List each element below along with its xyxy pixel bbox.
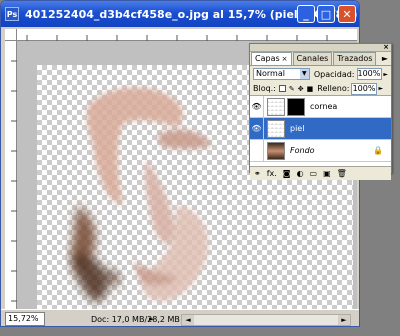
doc-size-info: Doc: 17,0 MB/28,2 MB <box>91 314 180 324</box>
palette-tabs: Capas × Canales Trazados <box>250 52 391 66</box>
ruler-corner[interactable] <box>5 29 17 41</box>
trash-icon[interactable]: 🗑 <box>337 169 347 178</box>
lock-pixels-icon[interactable]: ✎ <box>289 85 295 93</box>
tab-trazados[interactable]: Trazados <box>333 52 377 65</box>
maximize-button[interactable]: □ <box>317 5 335 23</box>
status-bar: 15,72% Doc: 17,0 MB/28,2 MB ► ◄ ► <box>1 309 359 326</box>
eye-icon[interactable]: 👁 <box>250 117 264 140</box>
chevron-down-icon[interactable]: ▼ <box>299 69 309 79</box>
eye-icon[interactable]: 👁 <box>250 96 264 118</box>
opacity-field[interactable]: 100% <box>356 68 383 80</box>
layer-row-cornea[interactable]: 👁 cornea <box>250 96 391 118</box>
scroll-left-icon[interactable]: ◄ <box>182 315 194 325</box>
tab-close-icon[interactable]: × <box>282 55 288 63</box>
layer-name: cornea <box>310 102 338 111</box>
layers-list: 👁 cornea 👁 piel Fondo 🔒 <box>250 96 391 166</box>
opacity-label: Opacidad: <box>313 69 355 79</box>
lock-icon: 🔒 <box>373 146 383 155</box>
tab-canales[interactable]: Canales <box>292 52 333 65</box>
palette-menu-icon[interactable]: ► <box>382 54 388 63</box>
layer-name: piel <box>290 124 305 133</box>
scroll-right-icon[interactable]: ► <box>338 315 350 325</box>
group-icon[interactable]: ▭ <box>310 169 318 178</box>
lock-transparency-icon[interactable] <box>278 85 286 92</box>
vertical-ruler[interactable] <box>5 41 17 309</box>
blend-mode-value: Normal <box>256 69 285 78</box>
lock-label: Bloq.: <box>253 84 276 93</box>
close-button[interactable]: ✕ <box>338 5 356 23</box>
new-layer-icon[interactable]: ▣ <box>323 169 331 178</box>
opacity-slider-icon[interactable]: ► <box>383 71 388 78</box>
minimize-button[interactable]: _ <box>297 5 315 23</box>
layer-thumbnail <box>267 119 285 138</box>
link-icon[interactable]: ⚭ <box>254 169 261 178</box>
layers-palette: × Capas × Canales Trazados ► Normal ▼ Opa… <box>249 43 392 180</box>
fill-label: Relleno: <box>317 84 350 93</box>
layer-row-piel[interactable]: 👁 piel <box>250 117 391 140</box>
horizontal-scrollbar[interactable]: ◄ ► <box>181 314 351 326</box>
lock-row: Bloq.: ✎ ✥ ■ Relleno: 100% ► <box>250 82 391 96</box>
photoshop-doc-icon: Ps <box>5 7 19 21</box>
zoom-field[interactable]: 15,72% <box>5 312 45 326</box>
lock-all-icon[interactable]: ■ <box>307 85 314 93</box>
layer-thumbnail <box>267 141 285 160</box>
lock-position-icon[interactable]: ✥ <box>298 85 304 93</box>
layer-mask-thumbnail[interactable] <box>287 97 305 116</box>
layer-name: Fondo <box>290 146 315 155</box>
mask-icon[interactable]: ◙ <box>283 169 291 178</box>
blend-mode-select[interactable]: Normal ▼ <box>253 68 310 80</box>
fill-slider-icon[interactable]: ► <box>378 85 383 92</box>
palette-grip[interactable]: × <box>250 43 391 52</box>
tab-capas-label: Capas <box>255 54 280 63</box>
palette-close-icon[interactable]: × <box>383 43 389 51</box>
layer-thumbnail <box>267 97 285 116</box>
eye-hidden-icon[interactable] <box>250 139 264 162</box>
status-menu-arrow[interactable]: ► <box>149 315 154 323</box>
tab-capas[interactable]: Capas × <box>251 52 292 65</box>
layer-row-fondo[interactable]: Fondo 🔒 <box>250 139 391 162</box>
fx-icon[interactable]: fx. <box>267 169 277 178</box>
blend-row: Normal ▼ Opacidad: 100% ► <box>250 66 391 82</box>
title-bar[interactable]: Ps 401252404_d3b4cf458e_o.jpg al 15,7% (… <box>1 1 359 27</box>
adjustment-icon[interactable]: ◐ <box>297 169 304 178</box>
fill-field[interactable]: 100% <box>351 82 378 95</box>
horizontal-ruler[interactable] <box>17 29 357 41</box>
palette-footer: ⚭ fx. ◙ ◐ ▭ ▣ 🗑 <box>250 166 391 180</box>
